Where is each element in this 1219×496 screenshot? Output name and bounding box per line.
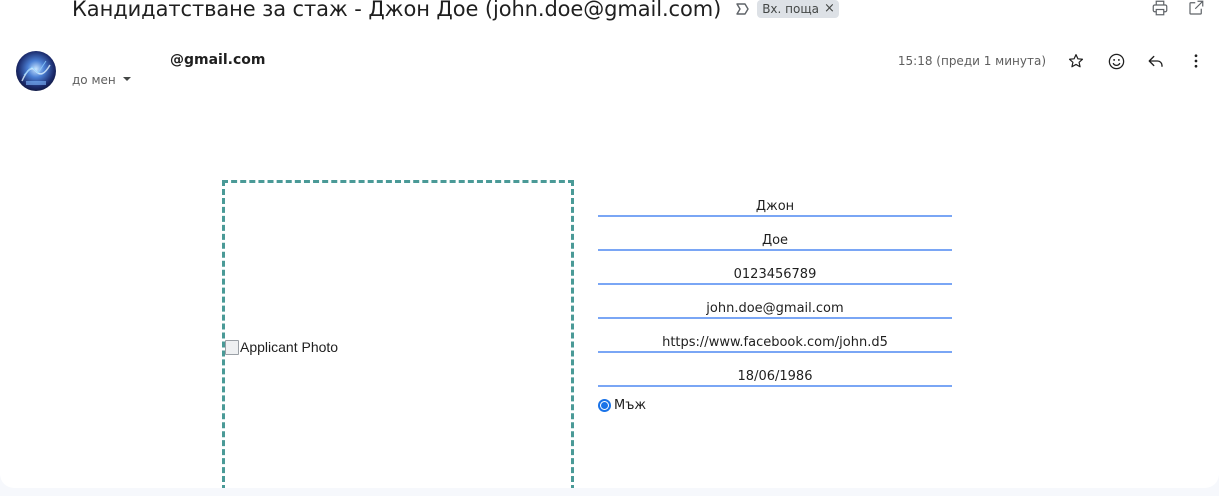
phone-field[interactable]: 0123456789 (598, 259, 952, 285)
emoji-reaction-icon[interactable] (1104, 49, 1128, 73)
gender-radio-male[interactable]: Мъж (598, 398, 646, 413)
reply-icon[interactable] (1144, 49, 1168, 73)
last-name-field[interactable]: Дое (598, 225, 952, 251)
recipient-label: до мен (72, 73, 116, 87)
email-subject: Кандидатстване за стаж - Джон Дое (john.… (72, 0, 722, 21)
open-in-new-window-icon[interactable] (1184, 0, 1208, 20)
gender-radio-label: Мъж (614, 398, 647, 413)
label-chip-text: Вх. поща (762, 2, 820, 16)
broken-image-icon (225, 339, 239, 355)
more-vert-icon[interactable] (1184, 49, 1208, 73)
recipient-details-toggle[interactable]: до мен (72, 73, 132, 87)
email-subject-row: Кандидатстване за стаж - Джон Дое (john.… (72, 0, 839, 24)
facebook-field[interactable]: https://www.facebook.com/john.d5 (598, 327, 952, 353)
importance-marker-icon[interactable] (733, 0, 751, 18)
label-chip-inbox[interactable]: Вх. поща × (757, 0, 839, 18)
first-name-field[interactable]: Джон (598, 191, 952, 217)
radio-selected-dot (601, 402, 608, 409)
email-timestamp: 15:18 (преди 1 минута) (897, 54, 1046, 68)
caret-down-icon (122, 73, 132, 87)
applicant-photo: Applicant Photo (225, 339, 338, 355)
sender-avatar[interactable] (16, 51, 56, 91)
birth-date-field[interactable]: 18/06/1986 (598, 361, 952, 387)
applicant-photo-frame: Applicant Photo (222, 180, 574, 488)
sender-email[interactable]: @gmail.com (170, 52, 265, 68)
radio-button[interactable] (598, 399, 611, 412)
email-reading-pane: Кандидатстване за стаж - Джон Дое (john.… (0, 0, 1219, 488)
applicant-photo-alt-text: Applicant Photo (240, 339, 339, 355)
remove-label-button[interactable]: × (824, 2, 835, 16)
email-field[interactable]: john.doe@gmail.com (598, 293, 952, 319)
print-icon[interactable] (1148, 0, 1172, 20)
star-icon[interactable] (1064, 49, 1088, 73)
